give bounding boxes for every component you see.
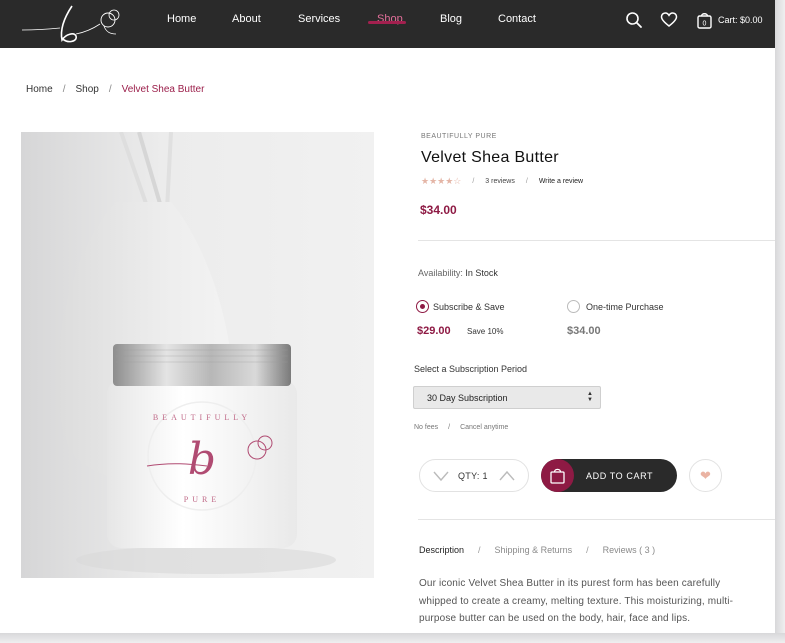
subscription-period-select[interactable]: 30 Day Subscription ▲ ▼ — [413, 386, 601, 409]
subscribe-price: $29.00 — [417, 325, 451, 337]
select-value: 30 Day Subscription — [427, 393, 508, 403]
period-label: Select a Subscription Period — [414, 364, 528, 374]
divider — [418, 519, 775, 520]
breadcrumb: Home / Shop / Velvet Shea Butter — [26, 84, 204, 95]
cart-bag-icon[interactable]: 0 — [695, 10, 715, 30]
search-icon[interactable] — [624, 10, 644, 30]
shopping-bag-icon — [550, 468, 565, 484]
availability: Availability: In Stock — [418, 268, 498, 278]
quantity-stepper: QTY: 1 — [419, 459, 529, 492]
product-title: Velvet Shea Butter — [421, 149, 559, 166]
quantity-field[interactable]: QTY: 1 — [458, 471, 488, 481]
breadcrumb-current: Velvet Shea Butter — [121, 84, 205, 95]
heart-icon: ❤ — [700, 468, 711, 483]
breadcrumb-shop[interactable]: Shop — [75, 84, 98, 95]
nav-services[interactable]: Services — [298, 13, 340, 25]
nav-about[interactable]: About — [232, 13, 261, 25]
chevron-up-icon[interactable] — [498, 469, 516, 483]
jar-brand-top: BEAUTIFULLY — [153, 413, 251, 422]
product-tabs: Description / Shipping & Returns / Reviews (… — [419, 545, 656, 555]
select-arrows-icon: ▲ ▼ — [587, 391, 593, 403]
save-badge: Save 10% — [467, 327, 504, 336]
page: Home About Services Shop Blog Contact 0 … — [0, 0, 775, 633]
breadcrumb-separator: / — [62, 84, 66, 95]
product-photo-illustration: BEAUTIFULLY b PURE — [57, 132, 336, 574]
tab-reviews[interactable]: Reviews ( 3 ) — [603, 545, 656, 555]
cancel-anytime-text: Cancel anytime — [460, 424, 509, 431]
wishlist-button[interactable]: ❤ — [689, 459, 722, 492]
site-header: Home About Services Shop Blog Contact 0 … — [0, 0, 775, 48]
availability-label: Availability: — [418, 268, 463, 278]
breadcrumb-home[interactable]: Home — [26, 84, 53, 95]
subscribe-radio[interactable] — [416, 300, 429, 313]
onetime-radio[interactable] — [567, 300, 580, 313]
product-description: Our iconic Velvet Shea Butter in its pur… — [419, 578, 734, 624]
product-image[interactable]: BEAUTIFULLY b PURE — [21, 132, 374, 578]
cart-count: 0 — [703, 21, 707, 28]
add-to-cart-label: ADD TO CART — [586, 471, 654, 481]
write-review-link[interactable]: Write a review — [539, 178, 583, 185]
reviews-link[interactable]: 3 reviews — [485, 178, 515, 185]
product-price: $34.00 — [420, 203, 457, 217]
breadcrumb-separator: / — [108, 84, 112, 95]
availability-value: In Stock — [465, 268, 498, 278]
nav-active-underline — [368, 21, 406, 24]
jar-monogram: b — [188, 434, 216, 485]
jar-brand-bottom: PURE — [184, 495, 220, 504]
onetime-price: $34.00 — [567, 325, 601, 337]
tab-shipping-returns[interactable]: Shipping & Returns — [495, 545, 573, 555]
bag-icon-circle — [541, 459, 574, 492]
add-to-cart-button[interactable]: ADD TO CART — [541, 459, 677, 492]
nav-contact[interactable]: Contact — [498, 13, 536, 25]
subscription-terms: No fees / Cancel anytime — [414, 424, 509, 431]
star-rating: ★★★★☆ — [421, 176, 462, 186]
window-shadow-right — [775, 0, 785, 643]
subscribe-label[interactable]: Subscribe & Save — [433, 302, 505, 312]
rating-row: ★★★★☆/3 reviews / Write a review — [421, 176, 584, 186]
nav-blog[interactable]: Blog — [440, 13, 462, 25]
nav-home[interactable]: Home — [167, 13, 196, 25]
onetime-label[interactable]: One-time Purchase — [586, 302, 664, 312]
chevron-down-icon[interactable] — [432, 469, 450, 483]
product-brand: BEAUTIFULLY PURE — [421, 133, 497, 140]
cart-total[interactable]: Cart: $0.00 — [718, 15, 763, 25]
divider — [418, 240, 775, 241]
tab-description[interactable]: Description — [419, 545, 464, 555]
no-fees-text: No fees — [414, 424, 439, 431]
heart-icon[interactable] — [659, 10, 679, 30]
window-shadow-bottom — [0, 633, 785, 643]
brand-logo[interactable] — [20, 4, 130, 44]
